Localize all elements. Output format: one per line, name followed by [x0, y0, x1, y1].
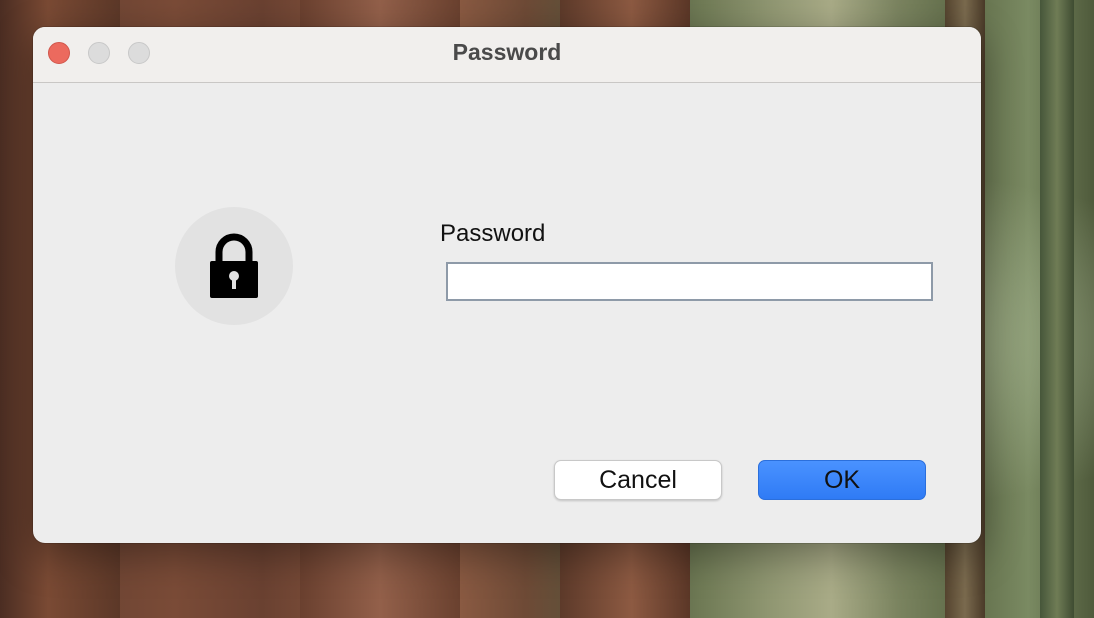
lock-icon-badge — [175, 207, 293, 325]
password-dialog: Password Password Cancel OK — [33, 27, 981, 543]
desktop-background: Password Password Cancel OK — [0, 0, 1094, 618]
window-title: Password — [452, 39, 562, 65]
ok-button[interactable]: OK — [758, 460, 926, 500]
tree-trunk — [1040, 0, 1074, 618]
password-field[interactable] — [446, 262, 933, 301]
lock-icon — [210, 233, 258, 298]
title-bar[interactable]: Password — [33, 27, 981, 83]
cancel-button[interactable]: Cancel — [554, 460, 722, 500]
password-label: Password — [440, 220, 546, 247]
